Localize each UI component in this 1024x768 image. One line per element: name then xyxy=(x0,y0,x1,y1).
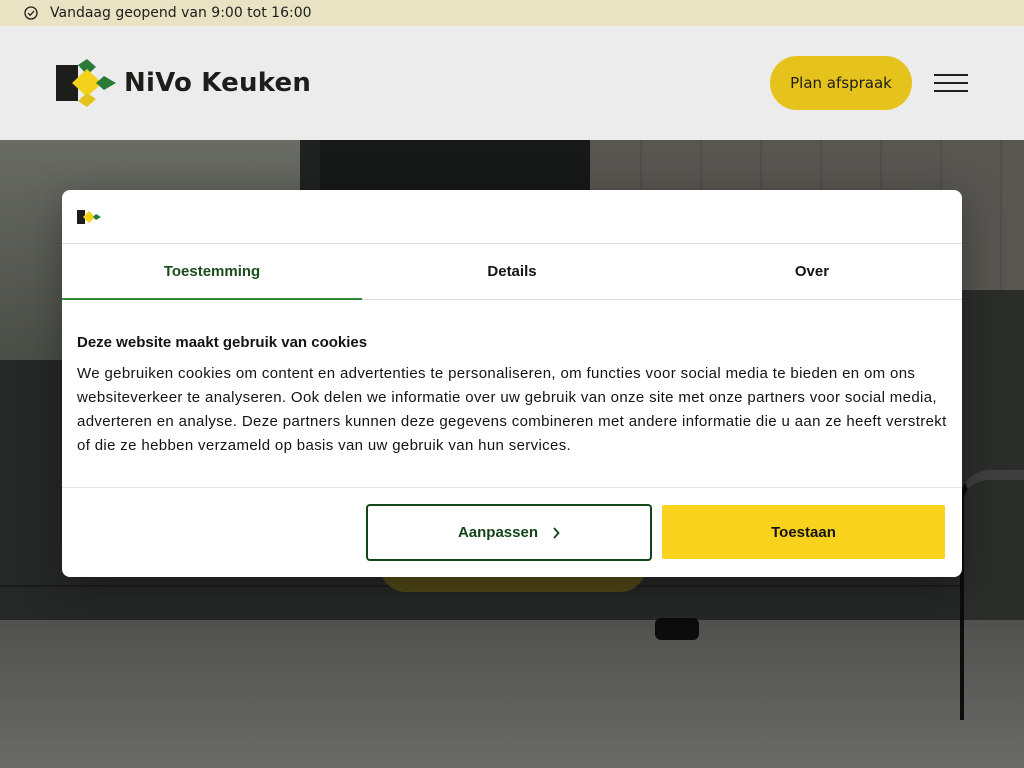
brand-logo[interactable]: NiVo Keuken xyxy=(56,58,316,108)
allow-all-button[interactable]: Toestaan xyxy=(662,505,945,559)
customize-button-label: Aanpassen xyxy=(457,524,539,541)
customize-button[interactable]: Aanpassen xyxy=(366,504,652,561)
dialog-title: Deze website maakt gebruik van cookies xyxy=(77,334,368,351)
check-circle-icon xyxy=(24,6,38,20)
site-header: NiVo Keuken Plan afspraak xyxy=(0,26,1024,140)
brand-name: NiVo Keuken xyxy=(124,68,312,98)
tab-details[interactable]: Details xyxy=(362,244,662,299)
opening-hours-bar: Vandaag geopend van 9:00 tot 16:00 xyxy=(0,0,1024,26)
tab-about[interactable]: Over xyxy=(662,244,962,299)
chevron-right-icon xyxy=(553,526,560,539)
nivo-logo-icon xyxy=(56,59,116,107)
consent-tabs: Toestemming Details Over xyxy=(62,244,962,300)
hamburger-menu-icon[interactable] xyxy=(934,72,970,94)
cookie-consent-dialog: Toestemming Details Over Deze website ma… xyxy=(62,190,962,577)
opening-hours-text: Vandaag geopend van 9:00 tot 16:00 xyxy=(50,5,312,21)
dialog-logo-icon xyxy=(77,210,101,224)
plan-appointment-button[interactable]: Plan afspraak xyxy=(770,56,912,110)
tab-consent[interactable]: Toestemming xyxy=(62,244,362,300)
dialog-body-text: We gebruiken cookies om content en adver… xyxy=(77,365,947,454)
